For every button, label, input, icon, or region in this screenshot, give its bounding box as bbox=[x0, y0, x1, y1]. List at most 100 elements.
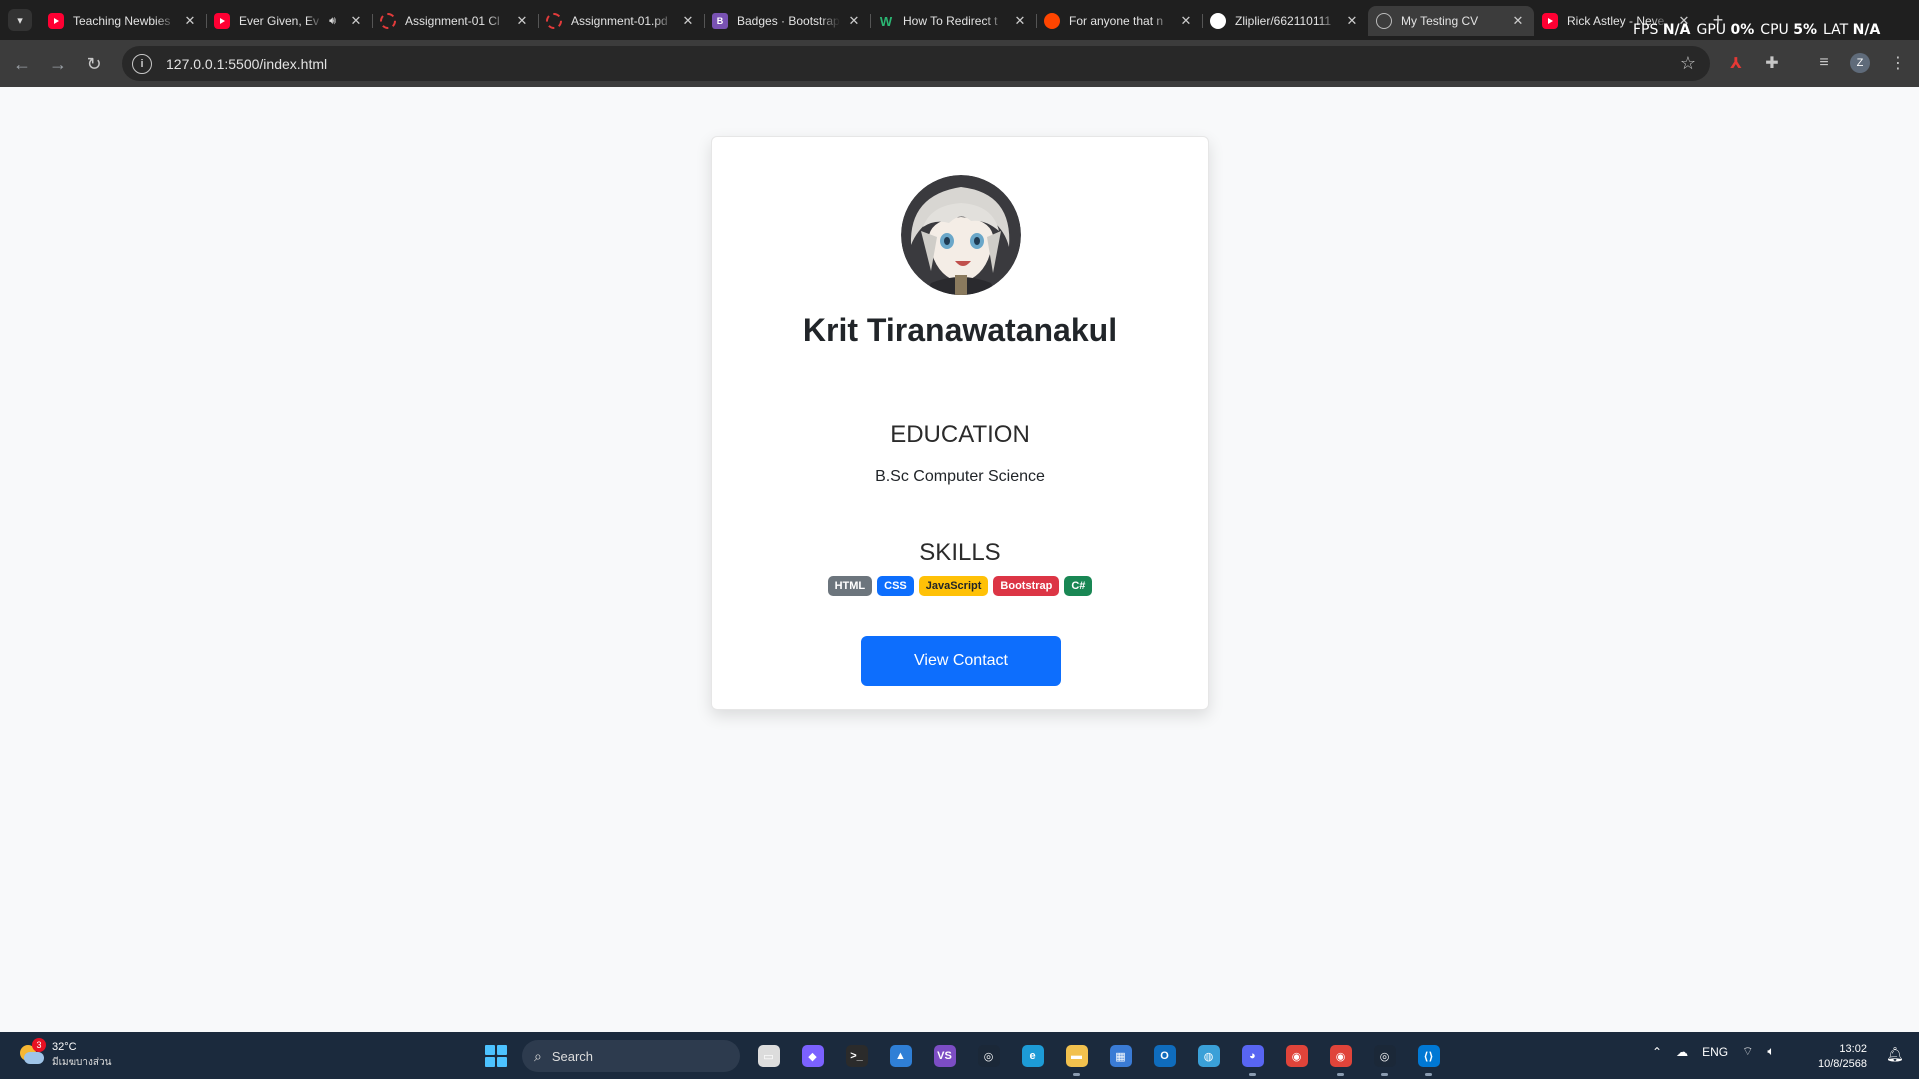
weather-widget[interactable]: 3 32°C มีเมฆบางส่วน bbox=[18, 1038, 111, 1070]
back-arrow-icon[interactable]: ← bbox=[10, 52, 34, 76]
github-icon bbox=[1210, 13, 1226, 29]
clock-date: 10/8/2568 bbox=[1818, 1058, 1867, 1070]
pdf-extension-icon[interactable]: ⅄ bbox=[1724, 51, 1748, 75]
performance-overlay: FPS N/A GPU 0% CPU 5% LAT N/A bbox=[1633, 22, 1886, 38]
taskbar-search[interactable]: ⌕ Search bbox=[522, 1040, 740, 1072]
browser-tab[interactable]: Teaching Newbies ✕ bbox=[40, 6, 206, 36]
chrome-profile-icon[interactable]: ◉ bbox=[1324, 1042, 1357, 1076]
tab-close-icon[interactable]: ✕ bbox=[348, 13, 364, 29]
search-icon: ⌕ bbox=[534, 1047, 542, 1064]
reload-icon[interactable]: ↻ bbox=[82, 52, 106, 76]
skill-badge: C# bbox=[1064, 576, 1093, 596]
vscode-icon[interactable]: ⟨⟩ bbox=[1412, 1042, 1445, 1076]
profile-avatar-button[interactable]: Z bbox=[1848, 51, 1872, 75]
discord-icon[interactable]: ◕ bbox=[1236, 1042, 1269, 1076]
tab-list: Teaching Newbies ✕ Ever Given, Ev 🔊︎ ✕ Assign… bbox=[40, 6, 1700, 36]
tab-close-icon[interactable]: ✕ bbox=[1344, 13, 1360, 29]
tab-close-icon[interactable]: ✕ bbox=[1510, 13, 1526, 29]
reddit-icon bbox=[1044, 13, 1060, 29]
browser-tab[interactable]: Zliplier/662110111 ✕ bbox=[1202, 6, 1368, 36]
photos-icon[interactable]: ▲ bbox=[884, 1042, 917, 1070]
tab-close-icon[interactable]: ✕ bbox=[680, 13, 696, 29]
tab-title: For anyone that n bbox=[1069, 14, 1164, 28]
outlook-icon[interactable]: O bbox=[1148, 1042, 1181, 1070]
app-glyph: ◎ bbox=[977, 1045, 1000, 1067]
skill-badge: JavaScript bbox=[918, 576, 989, 596]
taskbar-clock[interactable]: 13:02 10/8/2568 bbox=[1818, 1042, 1867, 1072]
volume-icon[interactable]: 🔈︎ bbox=[1767, 1044, 1774, 1059]
forward-arrow-icon[interactable]: → bbox=[46, 52, 70, 76]
browser-tab[interactable]: Assignment-01 Cl ✕ bbox=[372, 6, 538, 36]
address-bar[interactable]: i 127.0.0.1:5500/index.html ☆ bbox=[122, 46, 1710, 81]
bookmark-star-icon[interactable]: ☆ bbox=[1680, 53, 1696, 74]
tab-title: Teaching Newbies bbox=[73, 14, 171, 28]
tab-close-icon[interactable]: ✕ bbox=[514, 13, 530, 29]
youtube-icon bbox=[214, 13, 230, 29]
tab-title: Assignment-01 Cl bbox=[405, 14, 500, 28]
browser-tab-strip: ▾ Teaching Newbies ✕ Ever Given, Ev 🔊︎ ✕ Assi… bbox=[0, 0, 1919, 40]
app-glyph: ▬ bbox=[1065, 1045, 1088, 1067]
browser-tab[interactable]: My Testing CV ✕ bbox=[1368, 6, 1534, 36]
app-glyph: e bbox=[1021, 1045, 1044, 1067]
weather-temperature: 32°C bbox=[52, 1041, 77, 1053]
tab-title: Ever Given, Ev bbox=[239, 14, 320, 28]
app-glyph: ◕ bbox=[1241, 1045, 1264, 1067]
wifi-icon[interactable]: ⌔ bbox=[1742, 1044, 1753, 1059]
visual-studio-icon[interactable]: VS bbox=[928, 1042, 961, 1070]
search-placeholder: Search bbox=[551, 1048, 594, 1064]
tab-close-icon[interactable]: ✕ bbox=[1178, 13, 1194, 29]
ring-icon bbox=[546, 13, 562, 29]
tab-close-icon[interactable]: ✕ bbox=[1012, 13, 1028, 29]
tray-overflow-chevron-icon[interactable]: ⌃ bbox=[1652, 1045, 1662, 1059]
cpu-value: 5% bbox=[1793, 22, 1817, 38]
site-info-icon[interactable]: i bbox=[132, 53, 152, 74]
browser-tab[interactable]: Ever Given, Ev 🔊︎ ✕ bbox=[206, 6, 372, 36]
browser-tab[interactable]: For anyone that n ✕ bbox=[1036, 6, 1202, 36]
skills-heading: SKILLS bbox=[919, 539, 1001, 566]
clock-time: 13:02 bbox=[1839, 1043, 1867, 1055]
tab-audio-icon[interactable]: 🔊︎ bbox=[329, 15, 336, 28]
tab-close-icon[interactable]: ✕ bbox=[846, 13, 862, 29]
extensions-puzzle-icon[interactable]: ✚ bbox=[1760, 51, 1784, 75]
page-viewport: Krit Tiranawatanakul EDUCATION B.Sc Comp… bbox=[0, 87, 1919, 1032]
education-heading: EDUCATION bbox=[890, 421, 1030, 448]
person-name: Krit Tiranawatanakul bbox=[802, 312, 1118, 348]
skill-badge: HTML bbox=[827, 576, 873, 596]
globe-app-icon[interactable]: ◍ bbox=[1192, 1042, 1225, 1070]
tab-title: Badges · Bootstrap bbox=[737, 14, 840, 28]
app-glyph: ▲ bbox=[889, 1045, 912, 1067]
steam-icon[interactable]: ◎ bbox=[972, 1042, 1005, 1070]
browser-tab[interactable]: W How To Redirect t ✕ bbox=[870, 6, 1036, 36]
tab-search-button[interactable]: ▾ bbox=[8, 9, 32, 31]
url-text[interactable]: 127.0.0.1:5500/index.html bbox=[166, 56, 327, 72]
browser-tab[interactable]: Assignment-01.pd ✕ bbox=[538, 6, 704, 36]
steam-client-icon[interactable]: ◎ bbox=[1368, 1042, 1401, 1076]
folder-icon[interactable]: ▬ bbox=[1060, 1042, 1093, 1076]
tab-close-icon[interactable]: ✕ bbox=[182, 13, 198, 29]
cpu-label: CPU bbox=[1760, 22, 1789, 38]
notification-bell-icon[interactable]: 🔔︎ bbox=[1886, 1046, 1904, 1063]
onedrive-cloud-icon[interactable]: ☁ bbox=[1676, 1045, 1688, 1059]
copilot-icon[interactable]: ◆ bbox=[796, 1042, 829, 1070]
windows-start-icon[interactable] bbox=[485, 1045, 507, 1067]
terminal-icon[interactable]: >_ bbox=[840, 1042, 873, 1070]
store-icon[interactable]: ▦ bbox=[1104, 1042, 1137, 1070]
youtube-icon bbox=[48, 13, 64, 29]
media-control-icon[interactable]: ≡ bbox=[1812, 51, 1836, 75]
app-glyph: ⟨⟩ bbox=[1417, 1045, 1440, 1067]
youtube-icon bbox=[1542, 13, 1558, 29]
system-tray: ⌃ ☁ ENG ⌔ 🔈︎ bbox=[1652, 1044, 1775, 1059]
chrome-icon[interactable]: ◉ bbox=[1280, 1042, 1313, 1070]
language-indicator[interactable]: ENG bbox=[1702, 1045, 1728, 1059]
gpu-value: 0% bbox=[1730, 22, 1755, 38]
file-explorer-window-icon[interactable]: ▭ bbox=[752, 1042, 785, 1070]
app-glyph: ◎ bbox=[1373, 1045, 1396, 1067]
edge-icon[interactable]: e bbox=[1016, 1042, 1049, 1070]
browser-menu-icon[interactable]: ⋮ bbox=[1886, 51, 1910, 75]
browser-tab[interactable]: B Badges · Bootstrap ✕ bbox=[704, 6, 870, 36]
browser-toolbar: ← → ↻ i 127.0.0.1:5500/index.html ☆ ⅄ ✚ … bbox=[0, 40, 1919, 87]
view-contact-button[interactable]: View Contact bbox=[861, 636, 1061, 686]
education-item: B.Sc Computer Science bbox=[875, 468, 1045, 485]
skills-badge-list: HTML CSS JavaScript Bootstrap C# bbox=[712, 576, 1208, 596]
windows-taskbar: 3 32°C มีเมฆบางส่วน ⌕ Search ▭ ◆ >_ ▲ VS ◎ e ▬ ▦… bbox=[0, 1032, 1919, 1079]
